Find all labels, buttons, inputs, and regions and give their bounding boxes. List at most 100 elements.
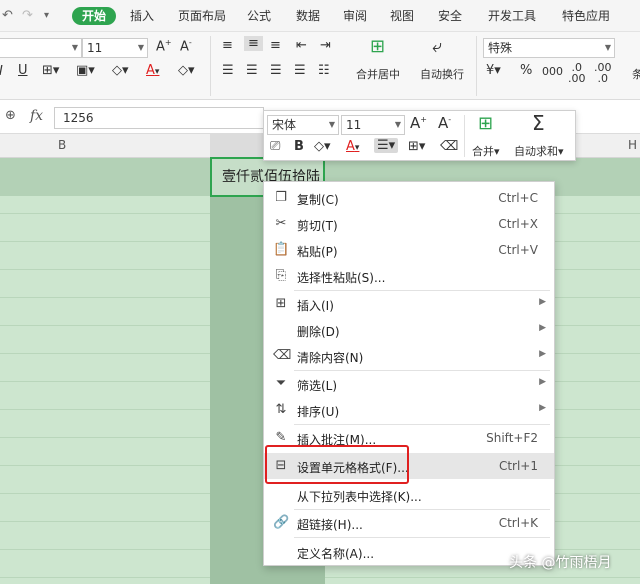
align-right-icon[interactable]: ☰ <box>270 63 282 78</box>
menu-item-label: 选择性粘贴(S)... <box>297 271 386 285</box>
merge-center-icon[interactable]: ⊞ <box>370 36 385 57</box>
border-icon[interactable]: ⊞▾ <box>408 139 425 154</box>
fill-pattern-icon[interactable]: ▣▾ <box>76 63 95 78</box>
align-center-icon[interactable]: ☰ <box>246 63 258 78</box>
decrease-font-icon[interactable]: A- <box>438 114 451 132</box>
justify-icon[interactable]: ☰ <box>294 63 306 78</box>
menu-item-label: 剪切(T) <box>297 219 338 233</box>
tab-data[interactable]: 数据 <box>296 7 320 25</box>
decrease-indent-icon[interactable]: ⇤ <box>296 38 307 53</box>
distributed-icon[interactable]: ☷ <box>318 63 330 78</box>
tab-review[interactable]: 审阅 <box>343 7 367 25</box>
menu-item-insert[interactable]: ⊞ 插入(I) ▶ <box>264 291 554 317</box>
align-top-icon[interactable]: ≡ <box>222 38 233 53</box>
mini-font-size-combo[interactable]: 11 ▼ <box>341 115 405 135</box>
menu-item-label: 插入(I) <box>297 299 334 313</box>
font-name-combo[interactable]: ▼ <box>0 38 82 58</box>
menu-item-shortcut: Ctrl+X <box>498 217 538 231</box>
bold-icon[interactable]: B <box>294 139 304 154</box>
menu-item-paste-special[interactable]: ⎘ 选择性粘贴(S)... <box>264 263 554 289</box>
fx-icon[interactable]: fx <box>30 108 43 124</box>
submenu-arrow-icon: ▶ <box>539 403 546 413</box>
chevron-down-icon: ▼ <box>604 43 611 52</box>
quick-access-dropdown-icon[interactable]: ▾ <box>44 10 49 21</box>
column-b-header[interactable]: B <box>58 138 66 152</box>
menu-item-shortcut: Ctrl+C <box>498 191 538 205</box>
font-color-icon[interactable]: A▾ <box>346 139 359 154</box>
menu-item-pick-from-list[interactable]: 从下拉列表中选择(K)... <box>264 482 554 508</box>
increase-decimal-icon[interactable]: .0.00 <box>568 62 586 84</box>
menu-item-delete[interactable]: 删除(D) ▶ <box>264 317 554 343</box>
align-middle-icon[interactable]: ≡ <box>244 36 263 51</box>
mini-toolbar: 宋体 ▼ 11 ▼ A+ A- ⎚ B ◇▾ A▾ ☰▾ ⊞▾ ⌫ ⊞ 合并▾ Σ … <box>263 110 576 161</box>
underline-icon[interactable]: U <box>18 63 28 78</box>
merge-label-text: 合并 <box>472 145 494 158</box>
menu-item-shortcut: Ctrl+1 <box>498 459 538 473</box>
menu-item-filter[interactable]: ⏷ 筛选(L) ▶ <box>264 371 554 397</box>
fill-color-icon[interactable]: ◇▾ <box>314 139 331 154</box>
menu-item-label: 从下拉列表中选择(K)... <box>297 490 422 504</box>
fill-color-icon[interactable]: ◇▾ <box>112 63 129 78</box>
increase-indent-icon[interactable]: ⇥ <box>320 38 331 53</box>
menu-item-paste[interactable]: 📋 粘贴(P) Ctrl+V <box>264 237 554 263</box>
menu-item-label: 定义名称(A)... <box>297 547 375 561</box>
comment-icon: ✎ <box>275 430 287 445</box>
tab-formulas[interactable]: 公式 <box>247 7 271 25</box>
wrap-text-icon[interactable]: ⤶ <box>432 36 442 57</box>
currency-icon[interactable]: ¥▾ <box>486 63 501 78</box>
increase-font-icon[interactable]: A+ <box>156 38 172 54</box>
tab-page-layout[interactable]: 页面布局 <box>178 7 226 25</box>
autosum-label[interactable]: 自动求和▾ <box>514 143 564 159</box>
menu-item-copy[interactable]: ❐ 复制(C) Ctrl+C <box>264 185 554 211</box>
clear-icon[interactable]: ⌫ <box>440 139 458 154</box>
thousands-icon[interactable]: 000 <box>542 65 563 78</box>
ribbon-tab-bar: ↶ ↷ ▾ 开始 插入 页面布局 公式 数据 审阅 视图 安全 开发工具 特色应… <box>0 0 640 32</box>
increase-font-icon[interactable]: A+ <box>410 114 427 132</box>
conditional-format-label[interactable]: 条 <box>632 66 640 82</box>
menu-item-clear-contents[interactable]: ⌫ 清除内容(N) ▶ <box>264 343 554 369</box>
tab-home[interactable]: 开始 <box>72 7 117 25</box>
formula-input[interactable]: 1256 <box>54 107 264 129</box>
menu-item-shortcut: Ctrl+V <box>498 243 538 257</box>
filter-icon: ⏷ <box>275 376 287 391</box>
align-left-icon[interactable]: ☰ <box>222 63 234 78</box>
mini-divider <box>464 115 465 157</box>
number-format-combo[interactable]: 特殊 ▼ <box>483 38 615 58</box>
merge-icon[interactable]: ⊞ <box>478 113 493 134</box>
merge-label[interactable]: 合并▾ <box>472 143 500 159</box>
column-h-header[interactable]: H <box>628 138 637 152</box>
italic-icon[interactable]: I <box>0 64 3 79</box>
undo-icon[interactable]: ↶ <box>2 8 13 23</box>
tab-security[interactable]: 安全 <box>438 7 462 25</box>
tab-developer[interactable]: 开发工具 <box>488 7 536 25</box>
tab-special-apps[interactable]: 特色应用 <box>562 7 610 25</box>
percent-icon[interactable]: % <box>520 63 532 78</box>
menu-item-label: 排序(U) <box>297 405 340 419</box>
format-painter-icon[interactable]: ⎚ <box>270 139 280 154</box>
font-color-icon[interactable]: A▾ <box>146 63 159 78</box>
align-center-icon[interactable]: ☰▾ <box>374 138 399 153</box>
border-icon[interactable]: ⊞▾ <box>42 63 59 78</box>
decrease-decimal-icon[interactable]: .00.0 <box>594 62 612 84</box>
zoom-icon[interactable]: ⊕ <box>5 108 16 123</box>
menu-item-hyperlink[interactable]: 🔗 超链接(H)... Ctrl+K <box>264 510 554 536</box>
autosum-icon[interactable]: Σ <box>532 111 545 135</box>
mini-font-name-combo[interactable]: 宋体 ▼ <box>267 115 339 135</box>
menu-item-sort[interactable]: ⇅ 排序(U) ▶ <box>264 397 554 423</box>
wrap-text-label[interactable]: 自动换行 <box>420 66 464 82</box>
font-size-combo[interactable]: 11 ▼ <box>82 38 148 58</box>
redo-icon[interactable]: ↷ <box>22 8 33 23</box>
align-bottom-icon[interactable]: ≡ <box>270 38 281 53</box>
copy-icon: ❐ <box>275 190 287 205</box>
ribbon-divider <box>476 36 477 96</box>
clear-format-icon[interactable]: ◇▾ <box>178 63 195 78</box>
tab-view[interactable]: 视图 <box>390 7 414 25</box>
menu-item-cut[interactable]: ✂ 剪切(T) Ctrl+X <box>264 211 554 237</box>
highlight-annotation-box <box>265 445 409 484</box>
chevron-down-icon: ▼ <box>71 43 78 52</box>
submenu-arrow-icon: ▶ <box>539 349 546 359</box>
menu-separator <box>294 537 550 538</box>
decrease-font-icon[interactable]: A- <box>180 38 192 54</box>
merge-center-label[interactable]: 合并居中 <box>356 66 400 82</box>
tab-insert[interactable]: 插入 <box>130 7 154 25</box>
